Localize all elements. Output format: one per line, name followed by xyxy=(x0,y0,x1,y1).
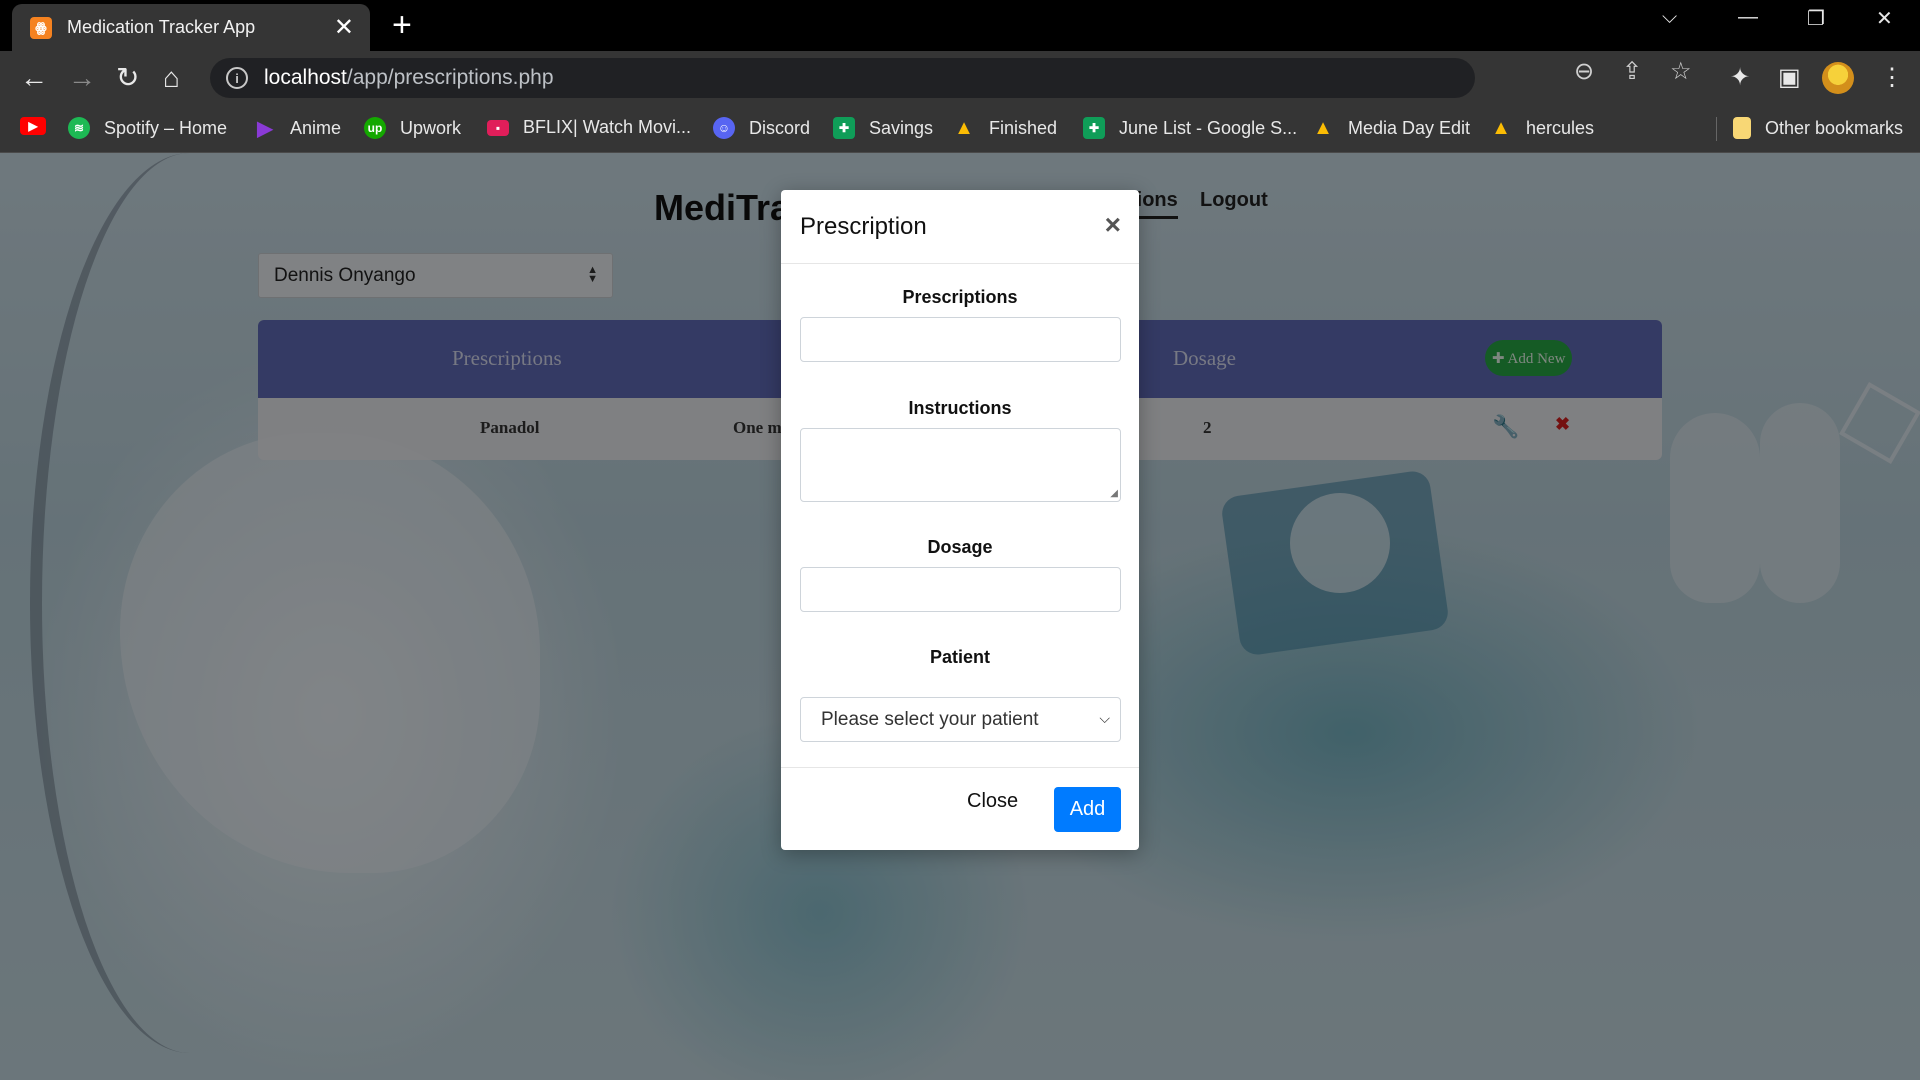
back-icon[interactable]: ← xyxy=(20,61,48,95)
play-icon: ▶ xyxy=(257,117,273,140)
tab-search-chevron-icon[interactable]: ⌵ xyxy=(1662,6,1677,29)
bookmark-spotify[interactable]: ≋ Spotify – Home xyxy=(68,117,227,139)
instructions-textarea[interactable]: ◢ xyxy=(800,428,1121,502)
modal-title: Prescription xyxy=(800,213,927,240)
new-tab-button[interactable]: + xyxy=(392,8,412,42)
bookmark-label: Upwork xyxy=(400,117,462,138)
bookmark-anime[interactable]: ▶ Anime xyxy=(254,117,342,140)
site-info-icon[interactable]: i xyxy=(226,67,248,89)
url-host: localhost xyxy=(264,66,347,89)
bookmark-savings[interactable]: ✚ Savings xyxy=(833,117,933,139)
browser-tab[interactable]: ꙮ Medication Tracker App ✕ xyxy=(12,4,370,51)
window-close-icon[interactable]: ✕ xyxy=(1876,6,1893,31)
menu-kebab-icon[interactable]: ⋮ xyxy=(1880,63,1904,92)
forward-icon[interactable]: → xyxy=(68,61,96,95)
youtube-icon: ▶ xyxy=(20,117,46,135)
tab-strip: ꙮ Medication Tracker App ✕ + ⌵ — ❐ ✕ xyxy=(0,0,1920,51)
drive-icon: ▲ xyxy=(1313,116,1333,139)
bookmarks-divider xyxy=(1716,117,1717,141)
bookmark-label: Savings xyxy=(869,117,934,138)
page-viewport: MediTra tions Logout Dennis Onyango ▲ ▼ P… xyxy=(0,153,1920,1080)
add-button[interactable]: Add xyxy=(1054,787,1121,832)
bookmark-label: Other bookmarks xyxy=(1765,117,1904,138)
sheets-icon: ✚ xyxy=(833,117,855,139)
tab-close-icon[interactable]: ✕ xyxy=(334,13,354,42)
resize-grip-icon[interactable]: ◢ xyxy=(1110,488,1118,499)
xampp-favicon-icon: ꙮ xyxy=(30,16,52,39)
minimize-icon[interactable]: — xyxy=(1738,6,1758,29)
restore-icon[interactable]: ❐ xyxy=(1807,6,1825,31)
upwork-icon: up xyxy=(364,117,386,139)
prescription-modal: Prescription × Prescriptions Instruction… xyxy=(781,190,1139,850)
other-bookmarks[interactable]: Other bookmarks xyxy=(1733,117,1903,139)
patient-select-placeholder: Please select your patient xyxy=(821,708,1039,730)
bookmark-discord[interactable]: ☺ Discord xyxy=(713,117,810,139)
bookmark-star-icon[interactable]: ☆ xyxy=(1670,57,1692,86)
folder-icon xyxy=(1733,117,1751,139)
patient-label: Patient xyxy=(929,647,990,667)
share-icon[interactable]: ⇪ xyxy=(1622,57,1642,86)
bookmark-finished[interactable]: ▲ Finished xyxy=(953,117,1057,139)
sheets-icon: ✚ xyxy=(1083,117,1105,139)
bookmark-media-day-edit[interactable]: ▲ Media Day Edit xyxy=(1312,117,1470,139)
patient-select[interactable]: Please select your patient ⌵ xyxy=(800,697,1121,742)
home-icon[interactable]: ⌂ xyxy=(163,61,180,95)
prescriptions-label: Prescriptions xyxy=(902,287,1018,307)
instructions-label: Instructions xyxy=(908,398,1012,418)
bookmark-hercules[interactable]: ▲ hercules xyxy=(1490,117,1594,139)
browser-toolbar: ← → ↻ ⌂ i localhost /app/prescriptions.p… xyxy=(0,51,1920,105)
bookmark-youtube[interactable]: ▶ xyxy=(20,117,60,135)
bookmark-june-list[interactable]: ✚ June List - Google S... xyxy=(1083,117,1297,139)
close-button[interactable]: Close xyxy=(967,790,1018,813)
side-panel-icon[interactable]: ▣ xyxy=(1778,63,1801,92)
address-bar[interactable]: i localhost /app/prescriptions.php xyxy=(210,58,1475,98)
url-path: /app/prescriptions.php xyxy=(346,66,554,89)
bookmark-label: hercules xyxy=(1526,117,1595,138)
reload-icon[interactable]: ↻ xyxy=(116,61,139,95)
bookmark-label: Spotify – Home xyxy=(104,117,228,138)
tab-title: Medication Tracker App xyxy=(67,17,256,37)
bookmark-label: June List - Google S... xyxy=(1119,117,1298,138)
bookmark-label: Finished xyxy=(989,117,1058,138)
spotify-icon: ≋ xyxy=(68,117,90,139)
extensions-icon[interactable]: ✦ xyxy=(1730,63,1750,92)
bookmark-label: Anime xyxy=(290,117,342,138)
bflix-icon: ▪ xyxy=(487,119,509,136)
modal-close-icon[interactable]: × xyxy=(1105,209,1121,241)
dosage-label: Dosage xyxy=(927,537,993,557)
bookmark-upwork[interactable]: up Upwork xyxy=(364,117,461,139)
modal-footer: Close Add xyxy=(781,767,1139,850)
prescriptions-input[interactable] xyxy=(800,317,1121,362)
dosage-input[interactable] xyxy=(800,567,1121,612)
modal-header: Prescription × xyxy=(781,190,1139,264)
profile-avatar[interactable] xyxy=(1822,62,1854,94)
zoom-icon[interactable]: ⊖ xyxy=(1574,57,1594,86)
bookmarks-bar: ▶ ≋ Spotify – Home ▶ Anime up Upwork ▪ B… xyxy=(0,105,1920,153)
drive-icon: ▲ xyxy=(1491,116,1511,139)
bookmark-label: BFLIX| Watch Movi... xyxy=(523,117,692,137)
chevron-down-icon: ⌵ xyxy=(1099,710,1110,726)
bookmark-label: Discord xyxy=(749,117,811,138)
bookmark-label: Media Day Edit xyxy=(1348,117,1471,138)
discord-icon: ☺ xyxy=(713,117,735,139)
bookmark-bflix[interactable]: ▪ BFLIX| Watch Movi... xyxy=(487,117,691,138)
drive-icon: ▲ xyxy=(954,116,974,139)
